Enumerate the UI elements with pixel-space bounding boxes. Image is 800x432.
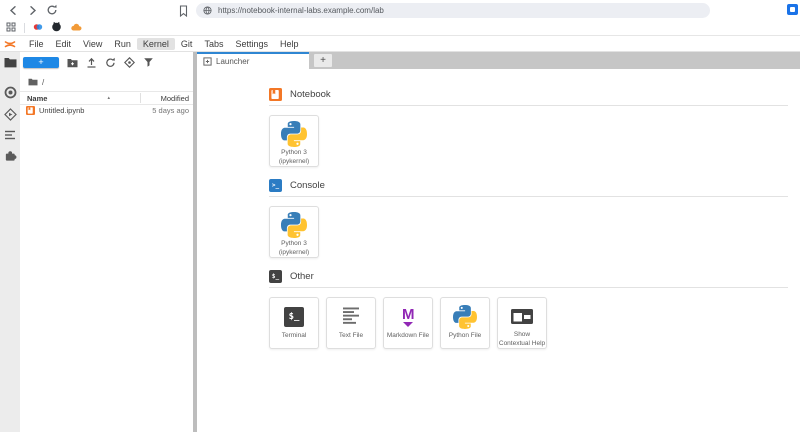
card-label: Markdown File [387,332,429,340]
card-label: Python 3 (ipykernel) [279,149,309,166]
bookmark-icon[interactable] [178,4,189,22]
tab-bar: Launcher + [197,52,800,69]
terminal-icon: $_ [269,270,282,283]
python-logo-icon [281,121,307,147]
section-divider [269,196,788,197]
card-label: Show Contextual Help [498,331,546,348]
activity-bar [0,52,20,432]
file-browser-toolbar: + [20,55,193,70]
site-info-icon[interactable] [203,2,212,20]
menu-view[interactable]: View [77,38,108,50]
git-icon[interactable] [3,107,17,121]
card-label: Python 3 (ipykernel) [279,240,309,257]
bookmarks-separator [24,23,25,33]
file-row[interactable]: Untitled.ipynb 5 days ago [20,105,193,116]
launcher-card-python-file[interactable]: Python File [440,297,490,349]
screen: https://notebook-internal-labs.example.c… [0,0,800,432]
blue-extension-icon[interactable] [787,4,798,15]
extension-manager-icon[interactable] [3,148,17,162]
section-divider [269,105,788,106]
main-area: Launcher + Notebook [197,52,800,432]
launcher-tab-icon [203,57,212,66]
launcher-section-console: >_ Console Python 3 (ipykernel) [269,179,788,258]
favicon-swirl[interactable] [33,19,43,37]
card-label: Terminal [282,332,307,340]
file-browser-panel: + / [20,52,193,432]
browser-nav-row: https://notebook-internal-labs.example.c… [0,0,800,20]
python-logo-icon [453,303,477,330]
section-divider [269,287,788,288]
breadcrumb-path: / [42,78,44,87]
app-body: + / [0,52,800,432]
browser-chrome: https://notebook-internal-labs.example.c… [0,0,800,36]
add-tab-button[interactable]: + [314,54,332,67]
notebook-icon [269,88,282,101]
section-title: Other [290,271,314,282]
launcher-card-console-python3[interactable]: Python 3 (ipykernel) [269,206,319,258]
apps-grid-icon[interactable] [6,19,16,37]
tab-launcher[interactable]: Launcher [197,52,309,69]
launcher-card-show-contextual-help[interactable]: Show Contextual Help [497,297,547,349]
git-clone-icon[interactable] [124,57,135,68]
jupyterlab-menubar: File Edit View Run Kernel Git Tabs Setti… [0,37,800,52]
menu-tabs[interactable]: Tabs [198,38,229,50]
upload-icon[interactable] [86,57,97,68]
menu-kernel[interactable]: Kernel [137,38,175,50]
file-modified: 5 days ago [152,106,189,115]
menu-edit[interactable]: Edit [50,38,78,50]
file-name: Untitled.ipynb [39,106,84,115]
favicon-cloud[interactable] [70,19,83,37]
new-launcher-button[interactable]: + [23,57,59,68]
contextual-help-icon [511,303,533,329]
refresh-icon[interactable] [105,57,116,68]
column-header-name[interactable]: Name [27,94,47,103]
launcher-card-terminal[interactable]: $_ Terminal [269,297,319,349]
file-browser-folder-icon[interactable] [3,55,17,69]
console-icon: >_ [269,179,282,192]
tab-label: Launcher [216,57,249,66]
launcher-card-markdown-file[interactable]: M Markdown File [383,297,433,349]
column-header-modified[interactable]: Modified [141,94,189,103]
file-list-header: Name ▴ Modified [20,91,193,105]
section-title: Notebook [290,89,331,100]
section-header: Notebook [269,88,788,101]
section-header: >_ Console [269,179,788,192]
launcher-section-notebook: Notebook Python 3 (ipykernel) [269,88,788,167]
card-label: Text File [339,332,363,340]
terminal-icon: $_ [284,307,304,327]
launcher-section-other: $_ Other $_ Terminal Text F [269,270,788,349]
home-folder-icon [28,78,38,86]
breadcrumb[interactable]: / [20,76,193,88]
python-logo-icon [281,212,307,238]
menu-help[interactable]: Help [274,38,305,50]
table-of-contents-icon[interactable] [3,128,17,142]
launcher: Notebook Python 3 (ipykernel) [197,69,800,432]
filter-files-icon[interactable] [143,57,154,68]
launcher-card-notebook-python3[interactable]: Python 3 (ipykernel) [269,115,319,167]
menu-file[interactable]: File [23,38,50,50]
bookmarks-bar [6,20,83,36]
url-text: https://notebook-internal-labs.example.c… [218,6,384,15]
url-bar[interactable]: https://notebook-internal-labs.example.c… [196,3,710,18]
launcher-card-text-file[interactable]: Text File [326,297,376,349]
menu-git[interactable]: Git [175,38,199,50]
menu-run[interactable]: Run [108,38,137,50]
section-header: $_ Other [269,270,788,283]
menu-settings[interactable]: Settings [229,38,274,50]
sort-ascending-icon[interactable]: ▴ [107,95,110,101]
markdown-icon: M [402,307,414,327]
text-file-icon [340,303,362,330]
lab-logo-icon [4,39,16,49]
card-label: Python File [449,332,482,340]
section-title: Console [290,180,325,191]
running-kernels-icon[interactable] [3,85,17,99]
favicon-github[interactable] [51,19,62,37]
notebook-file-icon [26,106,35,115]
new-folder-icon[interactable] [67,57,78,68]
